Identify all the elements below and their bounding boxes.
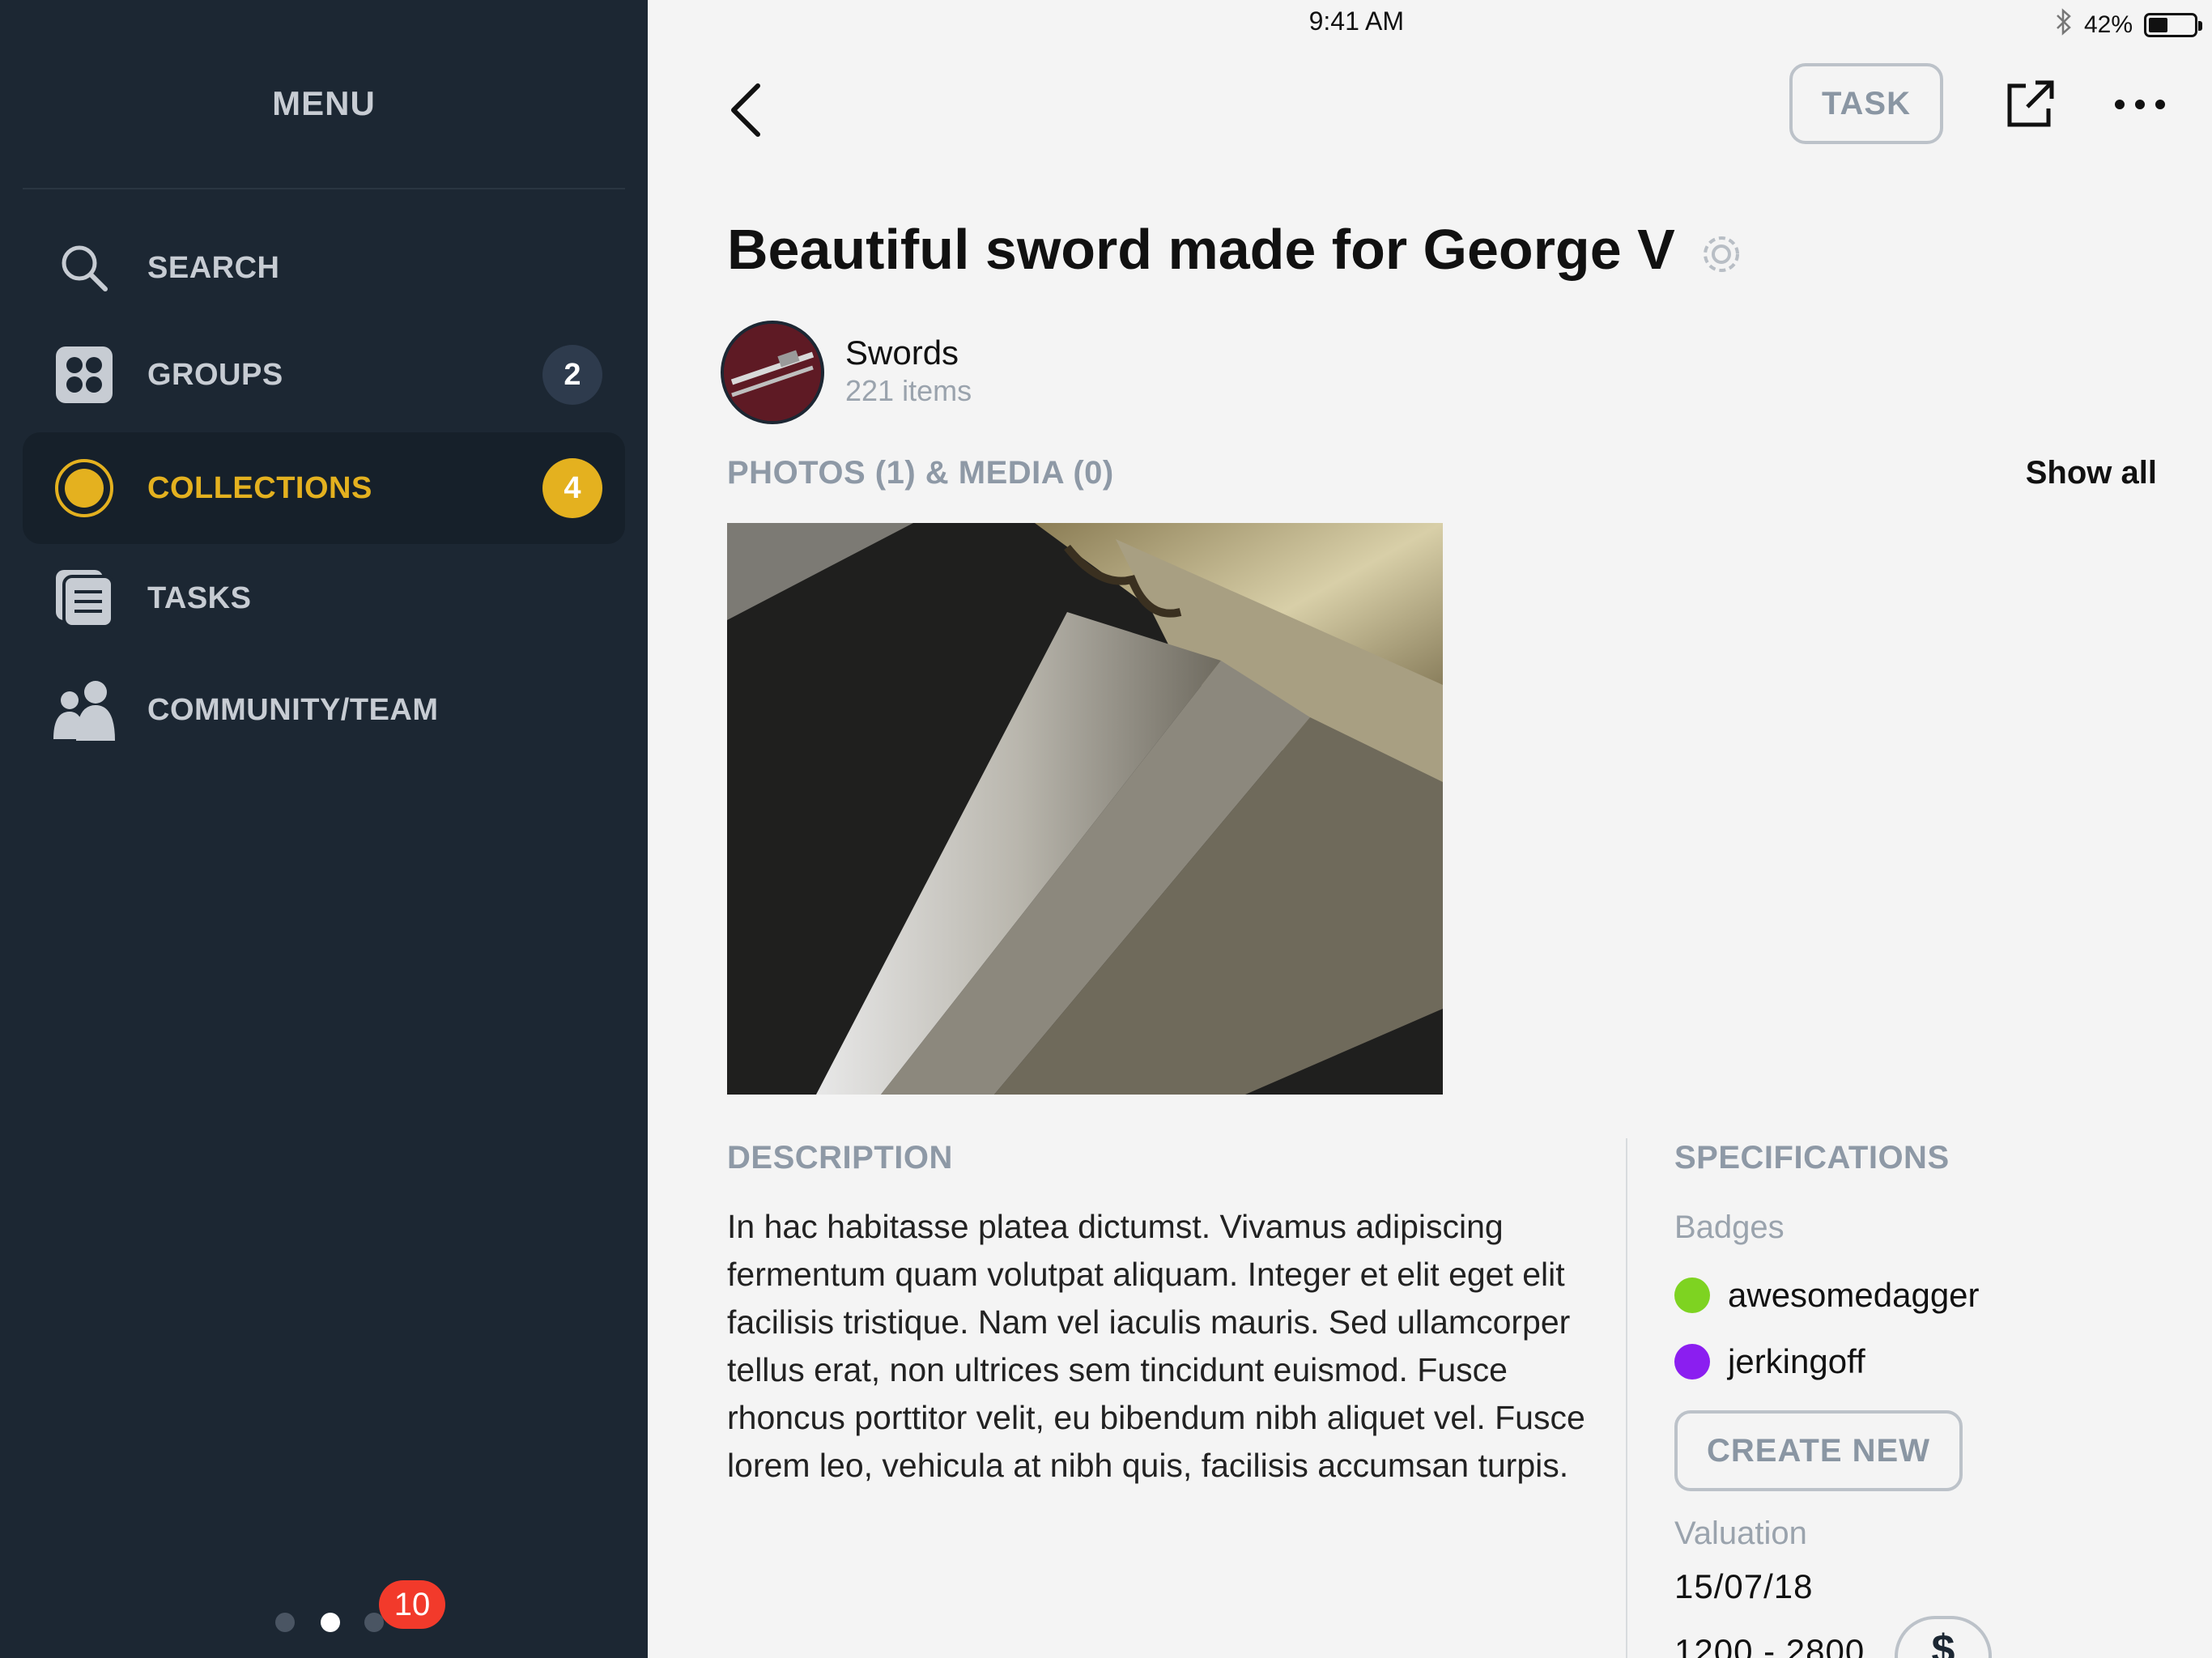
menu-title: MENU <box>272 84 376 122</box>
valuation-date: 15/07/18 <box>1674 1567 1814 1605</box>
sidebar-item-label: TASKS <box>147 580 252 615</box>
badge-item[interactable]: awesomedagger <box>1674 1276 1980 1315</box>
sidebar-item-tasks[interactable]: TASKS <box>23 542 625 654</box>
sidebar-item-label: SEARCH <box>147 250 280 285</box>
community-icon <box>52 678 117 742</box>
description-heading: DESCRIPTION <box>727 1140 953 1175</box>
sidebar-item-label: COMMUNITY/TEAM <box>147 692 439 727</box>
badges-label: Badges <box>1674 1209 1784 1245</box>
page-dot <box>275 1613 295 1632</box>
collection-avatar[interactable] <box>721 321 824 424</box>
collection-name[interactable]: Swords <box>845 334 959 372</box>
tasks-icon <box>52 566 117 631</box>
more-options-button[interactable] <box>2112 84 2168 125</box>
item-detail: 9:41 AM 42% TASK Beautiful sword made fo… <box>648 0 2212 1658</box>
badge-color-dot <box>1674 1344 1710 1380</box>
task-button[interactable]: TASK <box>1789 63 1943 144</box>
sidebar-item-community-team[interactable]: COMMUNITY/TEAM <box>23 654 625 766</box>
bluetooth-icon <box>2055 8 2073 42</box>
sidebar-item-label: COLLECTIONS <box>147 470 372 505</box>
specifications-heading: SPECIFICATIONS <box>1674 1140 1950 1175</box>
groups-icon <box>52 342 117 407</box>
badge-item[interactable]: jerkingoff <box>1674 1342 1865 1381</box>
valuation-label: Valuation <box>1674 1516 1807 1551</box>
share-button[interactable] <box>2003 78 2057 131</box>
collection-count: 221 items <box>845 374 972 407</box>
back-button[interactable] <box>722 78 768 142</box>
sidebar: MENU SEARCH GROUPS 2 COLLECTIONS 4 TASKS… <box>0 0 648 1658</box>
count-badge: 4 <box>542 458 602 518</box>
share-icon <box>2007 80 2054 127</box>
currency-button[interactable]: $ <box>1895 1616 1992 1658</box>
battery-percent: 42% <box>2083 11 2133 38</box>
status-indicators: 42% <box>2055 8 2202 42</box>
ellipsis-icon <box>2115 100 2165 109</box>
show-all-link[interactable]: Show all <box>2026 455 2157 491</box>
column-divider <box>1626 1138 1627 1658</box>
gear-icon[interactable] <box>1699 232 1744 277</box>
sidebar-item-groups[interactable]: GROUPS 2 <box>23 319 625 431</box>
status-time: 9:41 AM <box>1308 6 1404 36</box>
create-new-badge-button[interactable]: CREATE NEW <box>1674 1410 1963 1491</box>
item-photo[interactable] <box>727 523 1443 1095</box>
chevron-left-icon <box>731 83 760 137</box>
page-dot-current <box>321 1613 340 1632</box>
collections-icon <box>52 456 117 521</box>
badge-name: jerkingoff <box>1728 1342 1865 1380</box>
badge-color-dot <box>1674 1278 1710 1313</box>
page-indicator[interactable]: 10 <box>275 1580 453 1640</box>
sidebar-item-search[interactable]: SEARCH <box>23 212 625 324</box>
badge-name: awesomedagger <box>1728 1276 1980 1314</box>
count-badge: 2 <box>542 345 602 405</box>
sidebar-item-collections[interactable]: COLLECTIONS 4 <box>23 432 625 544</box>
media-heading: PHOTOS (1) & MEDIA (0) <box>727 455 1114 491</box>
search-icon <box>52 236 117 300</box>
notification-badge: 10 <box>379 1580 445 1629</box>
description-text: In hac habitasse platea dictumst. Vivamu… <box>727 1208 1585 1484</box>
battery-icon <box>2144 13 2202 37</box>
item-title: Beautiful sword made for George V <box>727 218 1675 281</box>
menu-divider <box>23 188 625 189</box>
valuation-range: 1200 - 2800 <box>1674 1632 1865 1658</box>
sidebar-item-label: GROUPS <box>147 357 283 392</box>
